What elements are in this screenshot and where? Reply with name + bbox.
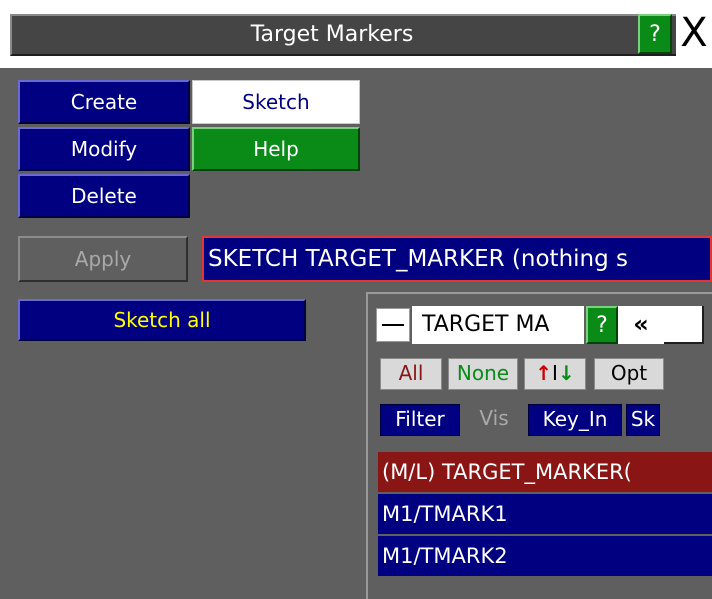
- list-header[interactable]: (M/L) TARGET_MARKER(: [378, 452, 712, 492]
- create-button[interactable]: Create: [18, 80, 190, 124]
- delete-button[interactable]: Delete: [18, 174, 190, 218]
- arrow-up-icon: ↑: [535, 361, 553, 385]
- minimize-icon[interactable]: [376, 308, 410, 342]
- sketch-button[interactable]: Sketch: [192, 80, 360, 124]
- key-in-button[interactable]: Key_In: [528, 404, 622, 436]
- object-menu-panel: TARGET MA ? « All None ↑I↓ Opt Filter Vi…: [366, 292, 712, 599]
- list-item[interactable]: M1/TMARK2: [378, 536, 712, 576]
- select-all-button[interactable]: All: [380, 358, 442, 390]
- title-bar: Target Markers ? X: [0, 0, 712, 68]
- arrow-down-icon: ↓: [557, 361, 575, 385]
- object-list: (M/L) TARGET_MARKER( M1/TMARK1 M1/TMARK2: [378, 452, 712, 578]
- options-button[interactable]: Opt: [594, 358, 664, 390]
- list-item[interactable]: M1/TMARK1: [378, 494, 712, 534]
- help-button[interactable]: Help: [192, 127, 360, 171]
- sketch-toggle-button[interactable]: Sk: [626, 404, 660, 436]
- title-strip[interactable]: Target Markers: [10, 14, 712, 56]
- swap-selection-button[interactable]: ↑I↓: [524, 358, 586, 390]
- object-menu-help-icon[interactable]: ?: [586, 306, 618, 344]
- vis-button[interactable]: Vis: [464, 404, 524, 436]
- sketch-all-button[interactable]: Sketch all: [18, 299, 306, 341]
- filter-button[interactable]: Filter: [380, 404, 460, 436]
- modify-button[interactable]: Modify: [18, 127, 190, 171]
- target-markers-window: Target Markers ? X Create Sketch Modify …: [0, 0, 712, 599]
- collapse-icon[interactable]: «: [618, 306, 664, 344]
- apply-button[interactable]: Apply: [18, 236, 188, 282]
- help-icon[interactable]: ?: [638, 14, 672, 54]
- object-menu-title: TARGET MA: [412, 306, 584, 344]
- select-none-button[interactable]: None: [448, 358, 518, 390]
- status-text-field: SKETCH TARGET_MARKER (nothing s: [202, 236, 712, 282]
- object-menu-spare-button[interactable]: [664, 306, 704, 344]
- window-title: Target Markers: [250, 22, 414, 47]
- close-icon[interactable]: X: [676, 10, 712, 58]
- object-menu-header: TARGET MA ? «: [368, 294, 712, 344]
